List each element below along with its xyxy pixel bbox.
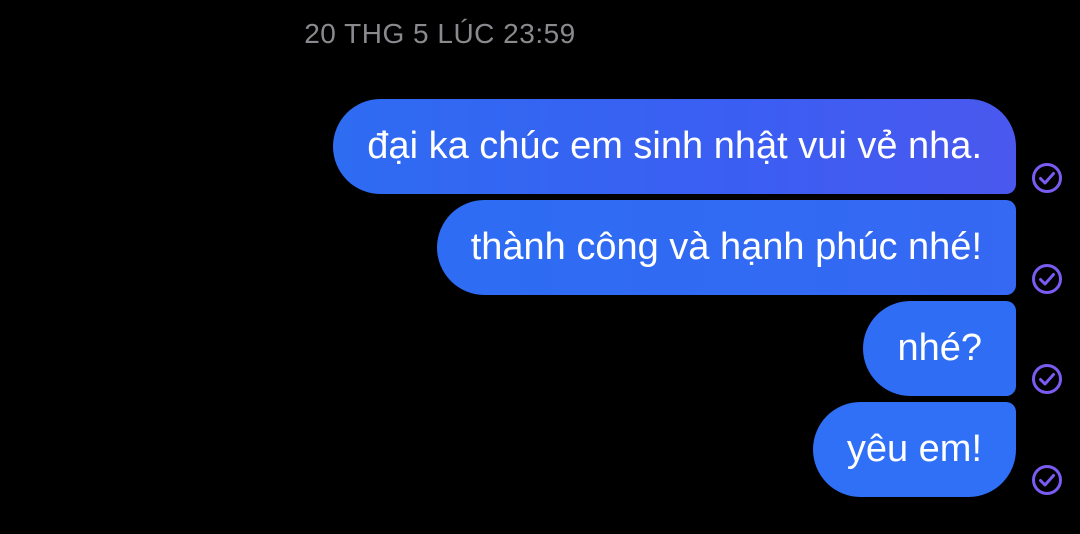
sent-check-icon — [1031, 363, 1063, 395]
conversation-timestamp: 20 THG 5 LÚC 23:59 — [0, 18, 1080, 50]
message-text: nhé? — [897, 327, 982, 369]
message-bubble[interactable]: yêu em! — [812, 402, 1016, 497]
message-bubble[interactable]: đại ka chúc em sinh nhật vui vẻ nha. — [333, 99, 1016, 194]
message-bubble[interactable]: nhé? — [863, 301, 1016, 396]
message-text: thành công và hạnh phúc nhé! — [470, 226, 982, 268]
sent-check-icon — [1031, 464, 1063, 496]
message-text: đại ka chúc em sinh nhật vui vẻ nha. — [367, 125, 982, 167]
message-bubble[interactable]: thành công và hạnh phúc nhé! — [436, 200, 1016, 295]
sent-check-icon — [1031, 162, 1063, 194]
timestamp-text: 20 THG 5 LÚC 23:59 — [304, 18, 576, 49]
sent-check-icon — [1031, 263, 1063, 295]
message-text: yêu em! — [846, 428, 982, 470]
